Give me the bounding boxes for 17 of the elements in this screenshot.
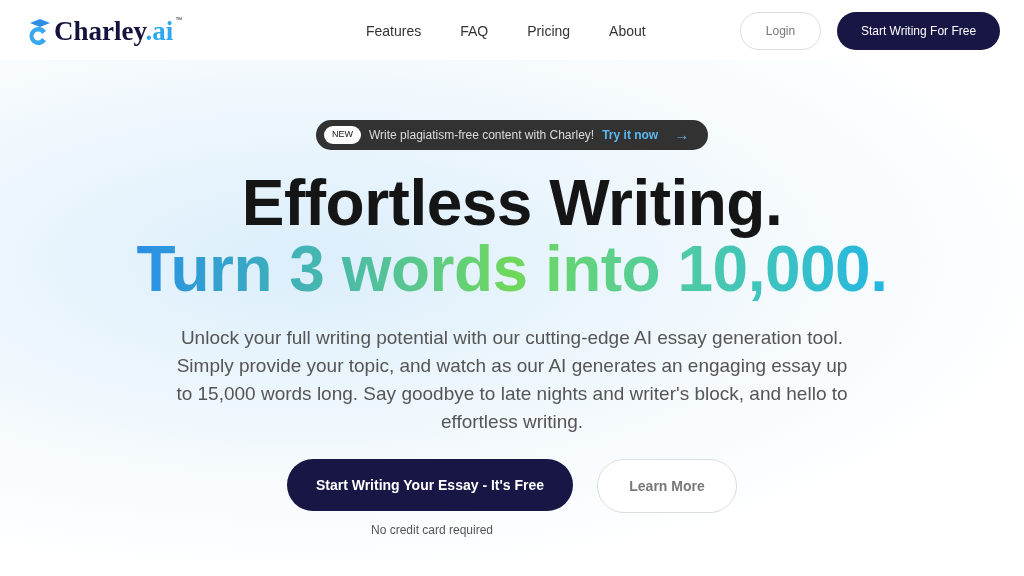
- arrow-icon: →: [674, 123, 690, 147]
- try-it-link[interactable]: Try it now: [602, 126, 659, 144]
- start-writing-button[interactable]: Start Writing Your Essay - It's Free: [287, 459, 573, 511]
- announcement-banner[interactable]: NEW Write plagiatism-free content with Charley! Try it now →: [316, 120, 708, 150]
- hero-description: Unlock your full writing potential with our cutting-edge AI essay generation tool. Simply provide your topic, and watch as our AI generates an engaging essay up to 15,000 words long. Say goodbye to late nights and writer's block, and hello to effortless writing.: [175, 326, 849, 434]
- nav-link[interactable]: FAQ: [460, 20, 489, 42]
- learn-more-button[interactable]: Learn More: [597, 459, 737, 513]
- no-credit-card-note: No credit card required: [370, 522, 494, 539]
- login-button[interactable]: Login: [740, 12, 821, 50]
- hero-title: Effortless Writing.: [241, 170, 783, 236]
- new-badge: NEW: [324, 126, 361, 144]
- nav-link[interactable]: Features: [366, 20, 422, 42]
- nav-link[interactable]: About: [609, 20, 646, 42]
- signup-button[interactable]: Start Writing For Free: [837, 12, 1000, 50]
- announcement-text: Write plagiatism-free content with Charley!: [369, 127, 595, 144]
- nav-link[interactable]: Pricing: [527, 20, 571, 42]
- logo-text[interactable]: Charley.ai: [54, 15, 174, 47]
